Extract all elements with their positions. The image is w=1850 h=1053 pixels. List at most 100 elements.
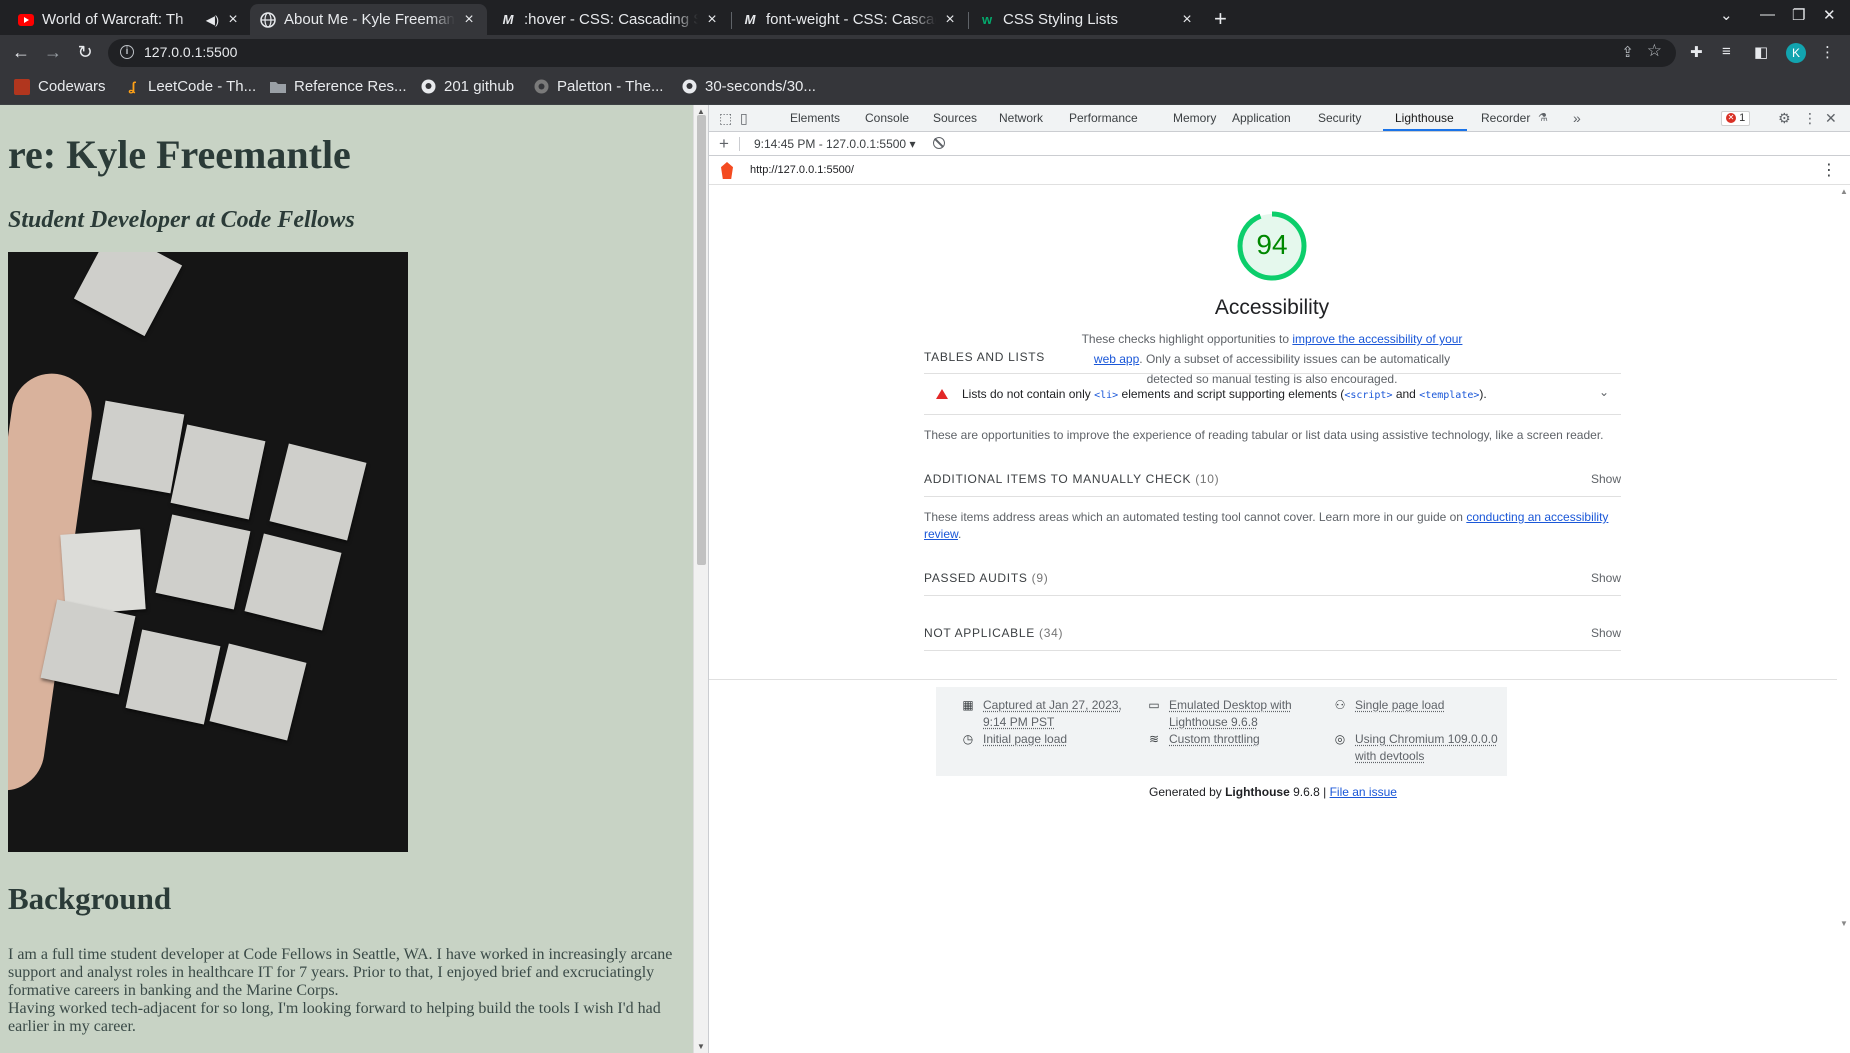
inspect-element-icon[interactable]: ⬚ [719,110,732,127]
new-report-icon[interactable]: + [719,134,729,154]
bookmark-label: LeetCode - Th... [148,78,256,95]
audit-list-items[interactable]: Lists do not contain only <li> elements … [924,373,1621,413]
browser-tab[interactable]: w CSS Styling Lists × [969,4,1205,35]
group-title-text: NOT APPLICABLE [924,626,1035,640]
tab-title: font-weight - CSS: Cascad [766,11,936,28]
env-text: Custom throttling [1169,731,1260,748]
bookmark-item[interactable]: ʆ LeetCode - Th... [124,78,256,95]
env-chromium: ◎ Using Chromium 109.0.0.0 with devtools [1333,731,1503,765]
sticky-note [270,444,367,541]
device-toolbar-icon[interactable]: ▯ [740,110,748,127]
group-description: These are opportunities to improve the e… [924,428,1621,442]
close-window-icon[interactable]: ✕ [1823,6,1836,24]
close-devtools-icon[interactable]: ✕ [1825,110,1837,127]
sticky-note [245,534,342,631]
bookmark-item[interactable]: Reference Res... [270,78,407,95]
divider [924,650,1621,651]
profile-avatar[interactable]: K [1786,43,1806,63]
bookmark-star-icon[interactable]: ☆ [1647,41,1662,61]
tab-network[interactable]: Network [999,111,1043,125]
close-tab-icon[interactable]: × [1179,11,1195,29]
browser-tab[interactable]: M font-weight - CSS: Cascad × [732,4,968,35]
env-text: Captured at Jan 27, 2023, 9:14 PM PST [983,697,1131,731]
browser-tab[interactable]: M :hover - CSS: Cascading St × [490,4,730,35]
bookmark-item[interactable]: 201 github [420,78,514,95]
wifi-icon: ≋ [1147,732,1161,746]
settings-gear-icon[interactable]: ⚙ [1778,110,1791,127]
sticky-note [126,630,221,725]
tab-elements[interactable]: Elements [790,111,840,125]
page-scrollbar[interactable]: ▲ ▼ [693,105,708,1053]
back-icon[interactable]: ← [10,42,32,63]
chrome-menu-icon[interactable]: ⋮ [1820,43,1835,61]
tab-lighthouse[interactable]: Lighthouse [1395,111,1454,125]
bookmark-label: Codewars [38,78,106,95]
show-button[interactable]: Show [1591,626,1621,640]
close-tab-icon[interactable]: × [942,11,958,29]
new-tab-icon[interactable]: + [1214,6,1227,32]
side-panel-icon[interactable]: ◧ [1754,43,1768,61]
category-title: Accessibility [1072,296,1472,320]
bookmark-item[interactable]: Codewars [14,78,106,95]
tab-title: :hover - CSS: Cascading St [524,11,698,28]
group-manual-check[interactable]: ADDITIONAL ITEMS TO MANUALLY CHECK (10) S… [924,472,1621,492]
group-title-text: PASSED AUDITS [924,571,1028,585]
scroll-down-icon[interactable]: ▼ [1840,919,1848,928]
clear-reports-icon[interactable] [933,137,945,149]
show-button[interactable]: Show [1591,472,1621,486]
group-passed-audits[interactable]: PASSED AUDITS (9) Show [924,571,1621,591]
reload-icon[interactable]: ↻ [74,42,96,63]
tab-search-chevron-icon[interactable]: ⌄ [1720,6,1733,24]
scroll-up-icon[interactable]: ▲ [1840,187,1848,196]
bookmark-item[interactable]: Paletton - The... [533,78,663,95]
devtools-menu-icon[interactable]: ⋮ [1803,110,1817,127]
tab-memory[interactable]: Memory [1173,111,1216,125]
group-count: (10) [1195,472,1219,486]
sticky-note [210,644,307,741]
sticky-note [41,600,136,695]
share-icon[interactable]: ⇪ [1621,43,1634,61]
paletton-icon [533,79,549,95]
audit-code: <script> [1344,390,1392,401]
report-selector[interactable]: 9:14:45 PM - 127.0.0.1:5500 ▾ [754,137,915,151]
tab-security[interactable]: Security [1318,111,1361,125]
calendar-icon: ▦ [961,698,975,712]
chevron-down-icon[interactable]: ⌄ [1599,385,1609,399]
scrollbar-thumb[interactable] [697,115,706,565]
speaker-icon[interactable]: ◀︎) [206,13,219,27]
report-scrollbar[interactable]: ▲ ▼ [1837,185,1850,1053]
browser-tab[interactable]: World of Warcraft: Th ◀︎) × [8,4,251,35]
media-queue-icon[interactable]: ≡ [1722,43,1731,60]
more-tabs-icon[interactable]: » [1573,110,1581,126]
minimize-icon[interactable]: — [1760,6,1775,23]
page-heading: re: Kyle Freemantle [8,131,351,178]
tab-application[interactable]: Application [1232,111,1291,125]
group-title-text: ADDITIONAL ITEMS TO MANUALLY CHECK [924,472,1191,486]
report-menu-icon[interactable]: ⋮ [1821,160,1837,180]
close-tab-icon[interactable]: × [704,11,720,29]
env-text: Using Chromium 109.0.0.0 with devtools [1355,731,1503,765]
tab-performance[interactable]: Performance [1069,111,1138,125]
scroll-down-icon[interactable]: ▼ [697,1042,705,1051]
file-issue-link[interactable]: File an issue [1330,785,1397,799]
error-count-badge[interactable]: ✕ 1 [1721,111,1750,126]
address-bar[interactable]: i 127.0.0.1:5500 ⇪ ☆ [108,39,1676,67]
group-not-applicable[interactable]: NOT APPLICABLE (34) Show [924,626,1621,646]
close-tab-icon[interactable]: × [461,11,477,29]
browser-tab-active[interactable]: About Me - Kyle Freemant × [250,4,487,35]
show-button[interactable]: Show [1591,571,1621,585]
error-count: 1 [1739,112,1745,124]
forward-icon[interactable]: → [42,42,64,63]
restore-icon[interactable]: ❐ [1792,6,1805,24]
tab-console[interactable]: Console [865,111,909,125]
site-info-icon[interactable]: i [120,45,134,59]
extensions-icon[interactable]: ✚ [1690,43,1703,61]
tab-sources[interactable]: Sources [933,111,977,125]
close-tab-icon[interactable]: × [225,11,241,29]
env-captured: ▦ Captured at Jan 27, 2023, 9:14 PM PST [961,697,1131,731]
bookmark-item[interactable]: 30-seconds/30... [681,78,816,95]
sticky-note [60,529,145,614]
tab-recorder[interactable]: Recorder [1481,111,1530,125]
address-url[interactable]: 127.0.0.1:5500 [144,44,237,60]
generated-version: 9.6.8 | [1290,785,1330,799]
